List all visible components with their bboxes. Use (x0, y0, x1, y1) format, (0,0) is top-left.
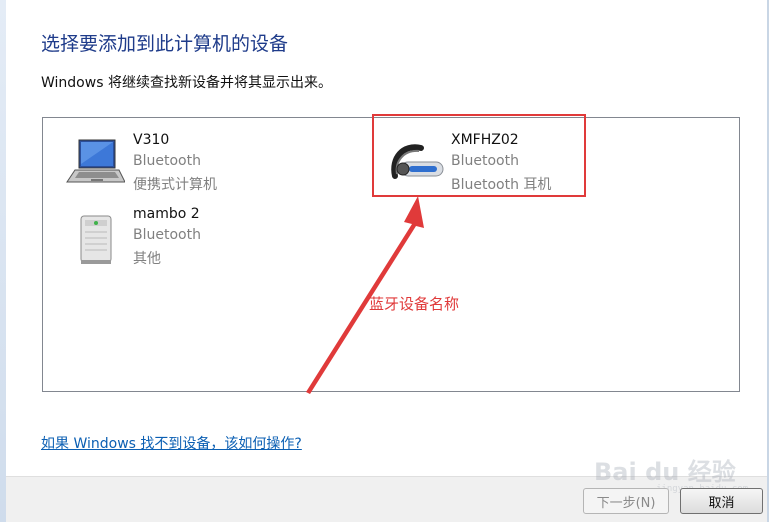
annotation-highlight-box (372, 114, 586, 197)
laptop-icon (65, 138, 126, 198)
cancel-button[interactable]: 取消 (680, 488, 763, 514)
dialog-instruction: Windows 将继续查找新设备并将其显示出来。 (41, 75, 332, 91)
device-category: 其他 (133, 251, 161, 267)
watermark: Bai du 经验 jingyan.baidu.com (590, 440, 760, 494)
device-name: mambo 2 (133, 206, 200, 222)
device-item-v310[interactable]: V310 Bluetooth 便携式计算机 (63, 118, 273, 193)
window-frame-edge (0, 0, 6, 522)
add-device-dialog: 选择要添加到此计算机的设备 Windows 将继续查找新设备并将其显示出来。 V… (0, 0, 769, 522)
help-link[interactable]: 如果 Windows 找不到设备，该如何操作? (41, 433, 302, 453)
annotation-label: 蓝牙设备名称 (369, 295, 460, 313)
device-connection-type: Bluetooth (133, 227, 201, 243)
watermark-text: Bai du 经验 (594, 458, 736, 486)
device-name: V310 (133, 132, 170, 148)
device-item-mambo-2[interactable]: mambo 2 Bluetooth 其他 (63, 192, 273, 267)
device-tower-icon (77, 214, 137, 274)
next-button[interactable]: 下一步(N) (583, 488, 669, 514)
dialog-title: 选择要添加到此计算机的设备 (41, 33, 289, 55)
device-connection-type: Bluetooth (133, 153, 201, 169)
device-category: 便携式计算机 (133, 177, 217, 193)
